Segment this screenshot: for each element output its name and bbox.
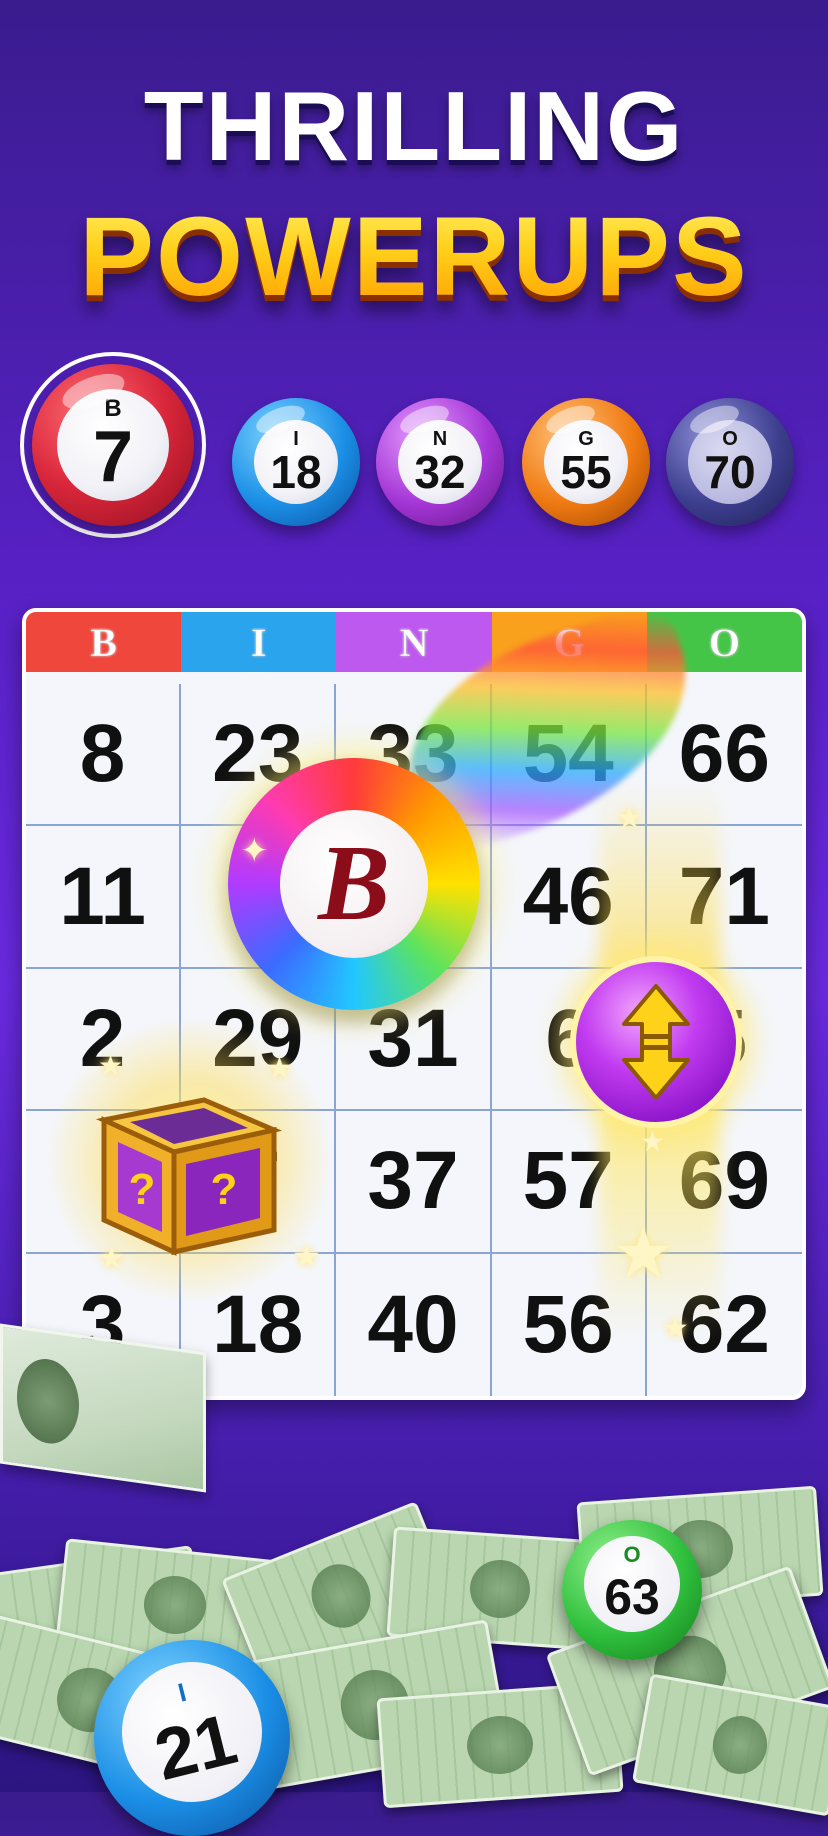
star-sparkle: ★ [640,1126,666,1157]
called-ball-n: N 32 [376,398,504,526]
headline-line-2: POWERUPS [0,192,828,321]
ball-number: 32 [414,446,466,498]
star-sparkle: ★ [616,802,643,835]
ball-number: 63 [604,1569,660,1625]
header-cell-b: B [26,612,182,672]
star-sparkle: ★ [98,1050,124,1081]
called-ball-g: G 55 [522,398,650,526]
ball-letter: O [623,1542,641,1567]
ball-letter: I [174,1676,190,1708]
headline-line-1: THRILLING [143,71,685,181]
mystery-box-icon[interactable]: ? ? [84,1080,284,1265]
bingo-card-header: B I N G O [26,612,802,672]
star-sparkle: ✦ [240,832,269,870]
up-down-arrow-icon[interactable] [570,956,742,1128]
bingo-cell[interactable]: 8 [26,684,182,827]
ball-number: 70 [704,446,756,498]
bingo-cell[interactable]: 37 [336,1111,492,1254]
called-ball-b: B 7 [32,364,194,526]
floor-ball-i: I 21 [94,1640,290,1836]
header-cell-n: N [336,612,492,672]
called-ball-o: O 70 [666,398,794,526]
header-cell-i: I [181,612,337,672]
star-sparkle: ★ [662,1312,689,1345]
ball-number: 55 [560,446,612,498]
star-sparkle: ★ [98,1242,125,1275]
ball-number: 21 [147,1698,245,1796]
ball-number: 7 [92,417,134,497]
floor-ball-o: O 63 [562,1520,702,1660]
arrow-glyph [622,984,690,1100]
bingo-cell[interactable]: 40 [336,1253,492,1396]
star-sparkle: ★ [266,1052,293,1085]
star-sparkle: ★ [612,1214,675,1292]
bingo-cell[interactable]: 11 [26,826,182,969]
mystery-mark: ? [129,1165,156,1214]
dollar-bill-image [0,1323,206,1493]
star-sparkle: ★ [292,1238,321,1274]
ball-number: 18 [270,446,322,498]
mystery-mark: ? [211,1165,238,1214]
rainbow-ball-letter: B [280,810,428,958]
rainbow-ball-icon[interactable]: B [228,758,480,1010]
called-ball-i: I 18 [232,398,360,526]
